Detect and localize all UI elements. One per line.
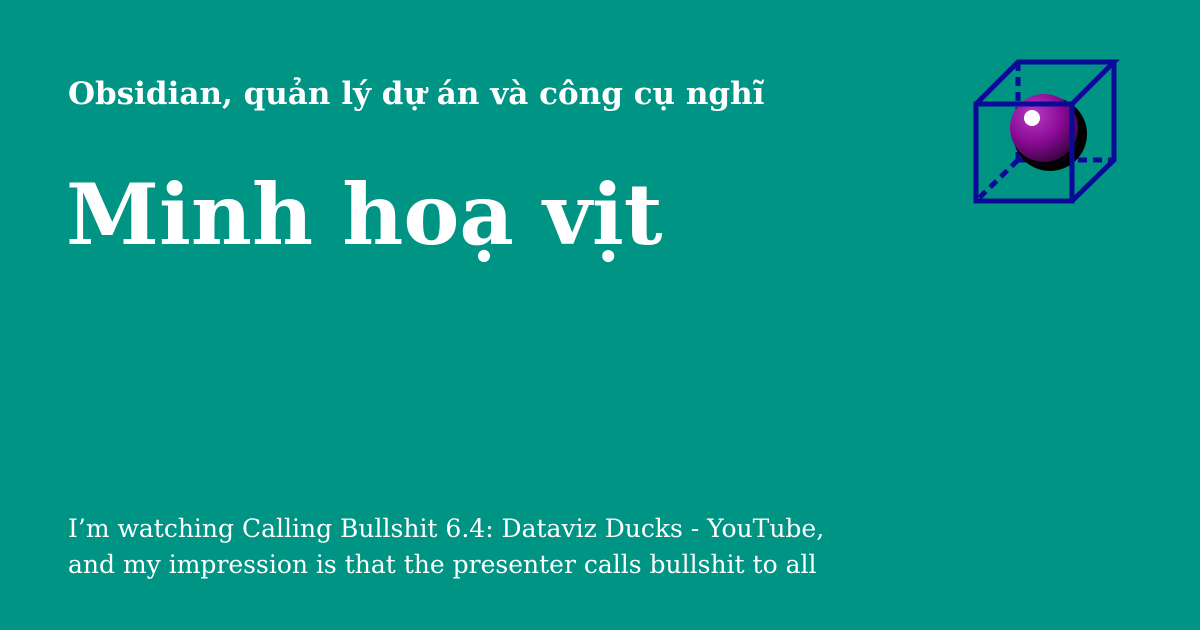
post-excerpt: I’m watching Calling Bullshit 6.4: Datav… bbox=[68, 511, 888, 583]
post-title: Minh hoạ vịt bbox=[66, 165, 663, 264]
excerpt-line: I’m watching Calling Bullshit 6.4: Datav… bbox=[68, 514, 825, 543]
excerpt-line: and my impression is that the presenter … bbox=[68, 550, 817, 579]
cube-with-sphere-icon bbox=[973, 59, 1121, 204]
site-name: Obsidian, quản lý dự án và công cụ nghĩ bbox=[68, 76, 765, 112]
